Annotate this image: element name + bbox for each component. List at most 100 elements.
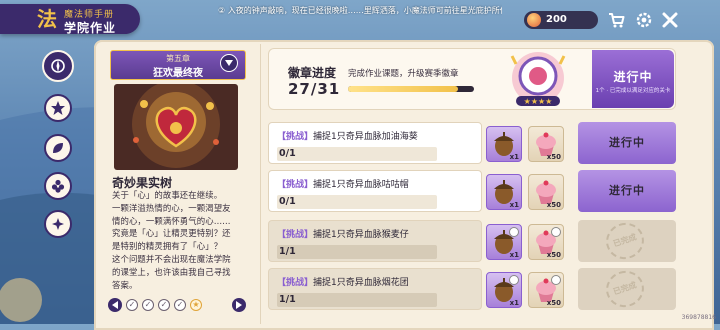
page-dot-completed[interactable]: ✓ <box>142 299 154 311</box>
reward-quantity: x50 <box>546 299 561 307</box>
task-completed-stamp-area: 已完成 <box>578 266 676 312</box>
column-divider <box>260 44 261 324</box>
claimed-check-icon <box>509 227 519 237</box>
build-version: 369878816 <box>681 314 716 321</box>
reward-item[interactable]: x1 <box>486 174 522 210</box>
reward-item-claimed[interactable]: x50 <box>528 224 564 260</box>
homework-compass-icon <box>51 59 65 73</box>
close-icon[interactable] <box>660 10 680 30</box>
task-row: 【挑战】捕捉1只奇异血脉加油海葵 0/1 x1 x50 进行中 <box>268 122 676 164</box>
page-dot-current[interactable]: ★ <box>190 299 202 311</box>
svg-text:★★★★: ★★★★ <box>524 97 553 106</box>
reward-quantity: x50 <box>546 153 561 161</box>
story-text: 关于「心」的故事还在继续。 一颗洋溢热情的心，一颗渴望友 情的心，一颗满怀勇气的… <box>112 189 250 291</box>
reward-item[interactable]: x50 <box>528 174 564 210</box>
badge-progress-fill <box>348 86 458 92</box>
leaf-pattern-icon <box>53 143 63 153</box>
completed-stamp: 已完成 <box>601 218 649 264</box>
task-title: 捕捉1只奇异血脉咕咕帽 <box>313 180 409 190</box>
nav-category-3[interactable] <box>44 172 72 200</box>
task-progress-bar <box>277 293 437 307</box>
reward-quantity: x50 <box>546 201 561 209</box>
task-card: 【挑战】捕捉1只奇异血脉猴麦仔 1/1 <box>268 220 482 262</box>
prev-page-button[interactable] <box>108 298 122 312</box>
announcement-marquee: ② 入夜的钟声敲响，现在已经很晚啦……里辉洒落，小魔法师可前往星光庇护所休息哦~ <box>218 6 502 15</box>
task-completed-stamp-area: 已完成 <box>578 218 676 264</box>
task-card: 【挑战】捕捉1只奇异血脉加油海葵 0/1 <box>268 122 482 164</box>
reward-item-claimed[interactable]: x50 <box>528 272 564 308</box>
task-status-text: 进行中 <box>609 136 645 149</box>
claimed-check-icon <box>509 275 519 285</box>
currency-counter[interactable]: 200 <box>524 11 598 29</box>
task-progress-bar <box>277 147 437 161</box>
flower-pattern-icon <box>51 179 65 193</box>
star-pattern-icon <box>52 218 64 230</box>
badge-status-subtext: 1个 · 已完成以满足对应的关卡 <box>595 88 671 94</box>
task-title: 捕捉1只奇异血脉猴麦仔 <box>313 230 409 240</box>
story-line: 一颗洋溢热情的心，一颗渴望友 <box>112 202 231 213</box>
chapter-pager: ✓ ✓ ✓ ✓ ★ <box>106 296 256 314</box>
chapter-dropdown-button[interactable] <box>220 54 238 72</box>
task-progress-bar <box>277 245 437 259</box>
currency-value: 200 <box>546 14 567 25</box>
task-card: 【挑战】捕捉1只奇异血脉咕咕帽 0/1 <box>268 170 482 212</box>
side-nav <box>36 46 76 296</box>
task-tag: 【挑战】 <box>277 278 314 288</box>
story-line: 这个问题并不会出现在魔法学院 <box>112 253 231 264</box>
reward-item[interactable]: x50 <box>528 126 564 162</box>
reward-quantity: x50 <box>546 251 561 259</box>
chapter-illustration <box>114 84 238 170</box>
reward-quantity: x1 <box>509 299 519 307</box>
story-line: 的课堂上，也许该由我自己寻找 <box>112 266 231 277</box>
badge-progress-count: 27/31 <box>288 80 341 98</box>
chevron-right-icon <box>236 301 242 309</box>
nav-category-2[interactable] <box>44 134 72 162</box>
task-status-button[interactable]: 进行中 <box>578 170 676 212</box>
season-badge-emblem: ★★★★ <box>510 52 566 106</box>
shop-cart-icon[interactable] <box>606 10 626 30</box>
task-status-button[interactable]: 进行中 <box>578 122 676 164</box>
reward-item-claimed[interactable]: x1 <box>486 224 522 260</box>
chevron-down-icon <box>225 60 233 66</box>
next-page-button[interactable] <box>232 298 246 312</box>
reward-quantity: x1 <box>509 153 519 161</box>
badge-progress-label: 徽章进度 <box>288 66 337 80</box>
nav-homework[interactable] <box>42 50 74 82</box>
completed-stamp: 已完成 <box>601 266 649 312</box>
badge-status-button[interactable]: 进行中 1个 · 已完成以满足对应的关卡 <box>592 50 674 108</box>
nav-category-4[interactable] <box>44 210 72 238</box>
task-card: 【挑战】捕捉1只奇异血脉烟花团 1/1 <box>268 268 482 310</box>
badge-star-icon <box>51 101 65 115</box>
reward-quantity: x1 <box>509 201 519 209</box>
task-tag: 【挑战】 <box>277 132 314 142</box>
reward-item[interactable]: x1 <box>486 126 522 162</box>
story-line: 关于「心」的故事还在继续。 <box>112 190 223 200</box>
task-row-completed: 【挑战】捕捉1只奇异血脉烟花团 1/1 x1 x50 已完成 <box>268 266 676 312</box>
page-dot-completed[interactable]: ✓ <box>158 299 170 311</box>
chevron-left-icon <box>112 301 118 309</box>
badge-progress-description: 完成作业课题，升级赛季徽章 <box>348 69 459 79</box>
reward-item-claimed[interactable]: x1 <box>486 272 522 308</box>
story-line: 是特别的精灵拥有了「心」？ <box>112 241 223 252</box>
badge-progress-bar <box>348 86 474 92</box>
task-row-completed: 【挑战】捕捉1只奇异血脉猴麦仔 1/1 x1 x50 已完成 <box>268 218 676 264</box>
page-dot-completed[interactable]: ✓ <box>126 299 138 311</box>
task-progress: 1/1 <box>279 246 296 257</box>
task-tag: 【挑战】 <box>277 230 314 240</box>
badge-status-text: 进行中 <box>613 70 653 84</box>
app-logo: 法 魔法师手册 学院作业 <box>0 4 140 35</box>
reward-quantity: x1 <box>509 251 519 259</box>
task-title: 捕捉1只奇异血脉烟花团 <box>313 278 409 288</box>
settings-gear-icon[interactable] <box>634 10 654 30</box>
page-dot-completed[interactable]: ✓ <box>174 299 186 311</box>
coin-icon <box>527 13 541 27</box>
story-line: 究竟是「心」让精灵更特别？还 <box>112 228 231 239</box>
heart-tree-illustration <box>114 84 238 170</box>
task-title: 捕捉1只奇异血脉加油海葵 <box>313 132 418 142</box>
nav-badges[interactable] <box>44 94 72 122</box>
claimed-check-icon <box>551 227 561 237</box>
task-progress: 0/1 <box>279 196 296 207</box>
task-status-text: 进行中 <box>609 184 645 197</box>
task-progress-bar <box>277 195 437 209</box>
task-progress: 0/1 <box>279 148 296 159</box>
